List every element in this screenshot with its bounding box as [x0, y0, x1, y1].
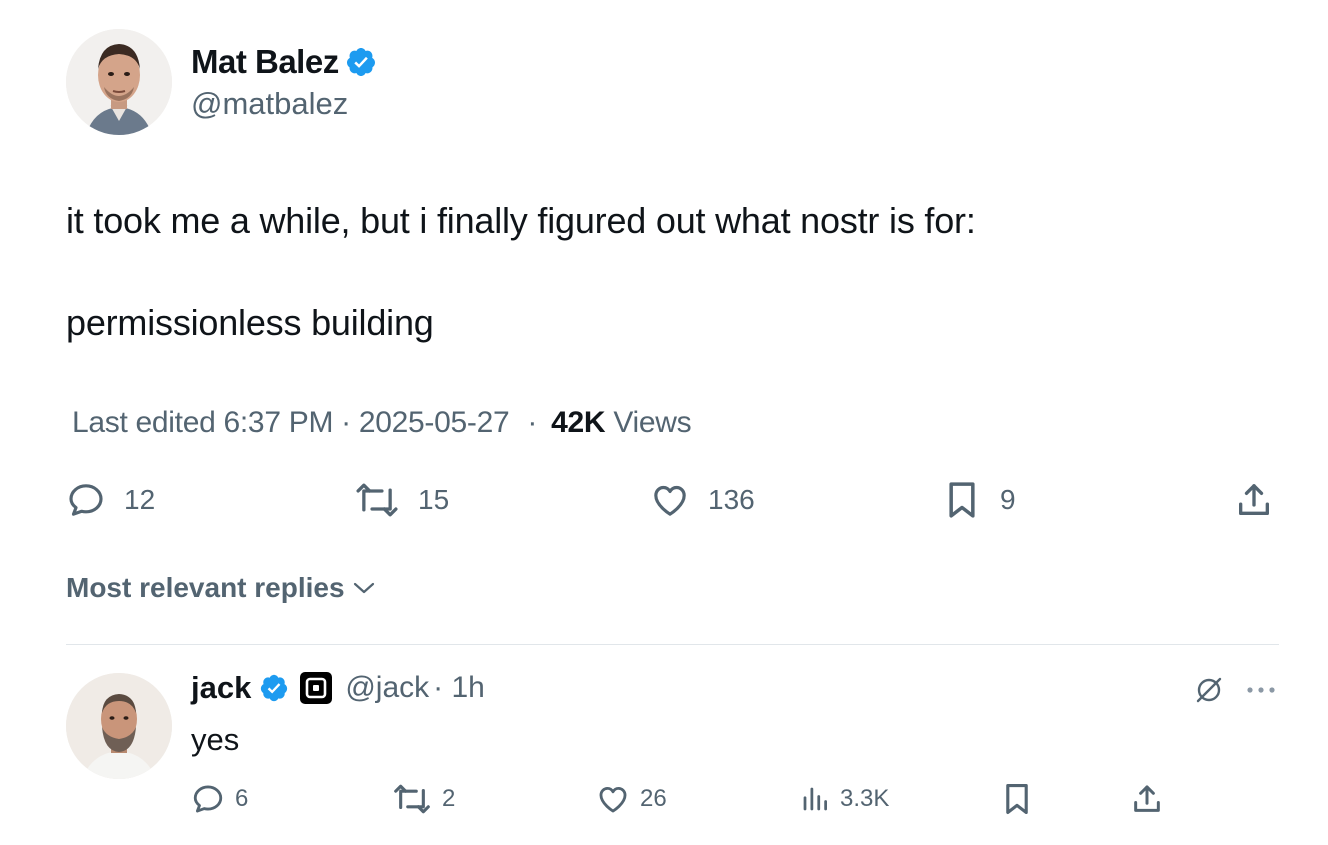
- reply-author-name[interactable]: jack: [191, 670, 251, 706]
- like-icon: [654, 485, 686, 516]
- views-count: 42K: [551, 406, 606, 439]
- views-icon: [803, 787, 827, 811]
- reply-bookmark-button[interactable]: [1002, 782, 1032, 816]
- square-company-badge-icon[interactable]: [299, 671, 333, 705]
- tweet-text-line-2: permissionless building: [66, 302, 434, 343]
- author-avatar[interactable]: [66, 29, 172, 135]
- chevron-down-icon: [353, 582, 374, 594]
- bookmark-button[interactable]: 9: [944, 480, 1016, 520]
- tweet-text-line-1: it took me a while, but i finally figure…: [66, 200, 976, 241]
- reply-timestamp[interactable]: · 1h: [433, 671, 485, 705]
- reply-author-avatar[interactable]: [66, 673, 172, 779]
- reply-reply-count: 6: [235, 785, 249, 812]
- reply-text: yes: [191, 722, 240, 757]
- reply-views-button[interactable]: 3.3K: [800, 782, 889, 816]
- reply-button[interactable]: 12: [66, 480, 155, 520]
- share-icon: [1134, 785, 1160, 812]
- reply-reply-button[interactable]: 6: [191, 782, 248, 816]
- edited-timestamp[interactable]: Last edited 6:37 PM · 2025-05-27: [72, 406, 510, 439]
- reply-author-handle[interactable]: @jack: [345, 671, 429, 705]
- reply-share-button[interactable]: [1130, 782, 1164, 816]
- like-count: 136: [708, 484, 755, 515]
- reply-views-count: 3.3K: [840, 785, 890, 812]
- reply-like-button[interactable]: 26: [596, 782, 667, 816]
- reply-repost-count: 2: [442, 785, 456, 812]
- replies-sort-dropdown[interactable]: Most relevant replies: [66, 572, 377, 604]
- author-handle[interactable]: @matbalez: [191, 86, 348, 122]
- verified-icon: [261, 674, 288, 702]
- reply-count: 12: [124, 484, 156, 515]
- meta-separator: ·: [527, 406, 538, 439]
- reply-icon: [69, 484, 103, 516]
- reply-like-count: 26: [640, 785, 667, 812]
- share-icon: [1239, 484, 1269, 515]
- reply-avatar-image: [66, 673, 172, 779]
- author-avatar-image: [66, 29, 172, 135]
- views-label: Views: [613, 406, 692, 439]
- share-button[interactable]: [1234, 480, 1274, 520]
- grok-icon[interactable]: [1193, 674, 1225, 706]
- reply-repost-button[interactable]: 2: [392, 782, 455, 816]
- replies-divider: [66, 644, 1279, 645]
- replies-sort-label: Most relevant replies: [66, 572, 345, 603]
- repost-count: 15: [418, 484, 450, 515]
- bookmark-icon: [949, 482, 975, 518]
- tweet-meta: Last edited 6:37 PM · 2025-05-27 · 42K V…: [72, 406, 692, 440]
- more-options-icon[interactable]: [1245, 680, 1277, 700]
- bookmark-count: 9: [1000, 484, 1016, 515]
- like-icon: [599, 786, 627, 813]
- repost-icon: [394, 784, 430, 814]
- repost-icon: [356, 483, 398, 517]
- like-button[interactable]: 136: [650, 480, 755, 520]
- repost-button[interactable]: 15: [354, 480, 449, 520]
- verified-icon: [346, 48, 375, 76]
- author-name[interactable]: Mat Balez: [191, 43, 339, 81]
- bookmark-icon: [1006, 783, 1028, 815]
- reply-icon: [193, 785, 223, 813]
